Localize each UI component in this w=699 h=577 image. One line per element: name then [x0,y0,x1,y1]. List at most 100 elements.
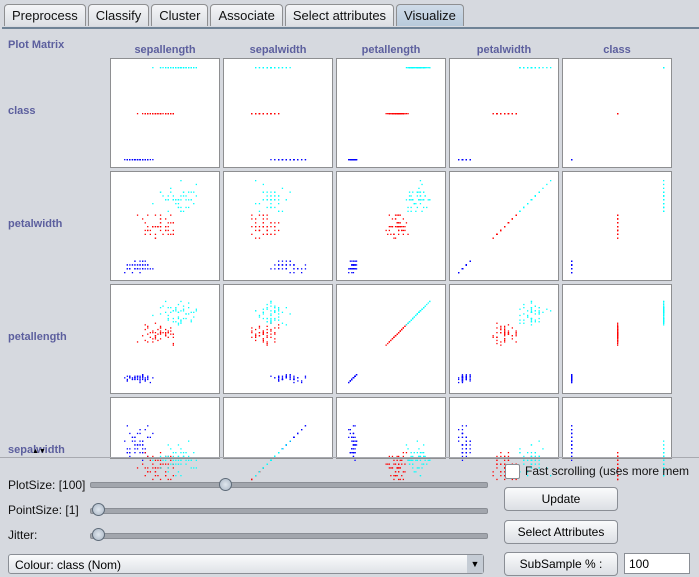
data-point [165,311,167,313]
scatter-cell-class-sepalwidth[interactable] [223,58,333,168]
subsample-input[interactable]: 100 [624,553,690,574]
data-point [278,229,280,232]
data-point [129,159,131,161]
data-point [278,203,280,205]
data-point [152,332,154,334]
scatter-cell-petalwidth-sepalwidth[interactable] [223,171,333,281]
data-point [274,310,276,312]
scatter-cell-class-petallength[interactable] [336,58,446,168]
tab-preprocess[interactable]: Preprocess [4,4,86,26]
data-point [424,195,426,197]
scatter-cell-petallength-petallength[interactable] [336,284,446,394]
scatter-cell-class-class[interactable] [562,58,672,168]
data-point [617,328,619,331]
data-point [147,377,149,379]
data-point [185,195,187,197]
data-point [355,374,358,376]
scatter-cell-petallength-sepalwidth[interactable] [223,284,333,394]
data-point [285,375,287,377]
data-point [281,187,284,189]
data-point [519,308,521,310]
data-point [136,378,139,381]
update-button[interactable]: Update [504,487,618,511]
data-point [419,310,422,312]
data-point [354,459,356,461]
data-point [172,310,174,312]
scatter-cell-petalwidth-petallength[interactable] [336,171,446,281]
data-point [180,199,182,201]
data-point [147,159,149,161]
data-point [274,307,276,309]
data-point [172,321,174,323]
chevron-down-icon[interactable]: ▼ [467,555,483,573]
data-point [663,459,665,461]
scatter-cell-petallength-petalwidth[interactable] [449,284,559,394]
data-point [162,459,164,461]
data-point [157,339,159,342]
data-point [293,378,295,381]
expand-arrows-icon[interactable]: ▲▼ [32,448,46,455]
data-point [159,332,162,334]
data-point [401,226,403,228]
data-point [262,330,264,332]
data-point [289,378,291,381]
data-point [469,374,471,376]
data-point [147,226,149,228]
scatter-cell-petallength-class[interactable] [562,284,672,394]
data-point [492,471,494,473]
data-point [408,191,411,193]
data-point [663,316,665,318]
data-point [142,463,144,465]
data-point [617,214,619,216]
data-point [348,268,350,270]
data-point [617,226,619,228]
data-point [149,113,151,115]
data-point [167,444,169,446]
data-point [139,264,141,266]
data-point [139,440,141,442]
scatter-cell-petallength-sepallength[interactable] [110,284,220,394]
data-point [399,222,401,224]
tab-cluster[interactable]: Cluster [151,4,209,26]
data-point [177,316,180,318]
data-point [469,378,471,381]
data-point [412,467,414,469]
data-point [175,203,177,205]
data-point [270,191,272,193]
data-point [136,214,139,216]
data-point [285,268,287,270]
tab-classify[interactable]: Classify [87,4,150,26]
point-size-slider[interactable] [90,508,488,514]
tab-associate[interactable]: Associate [210,4,283,26]
subsample-button[interactable]: SubSample % : [504,552,618,576]
plot-size-knob[interactable] [219,478,232,491]
point-size-knob[interactable] [92,503,105,516]
scatter-cell-class-petalwidth[interactable] [449,58,559,168]
select-attributes-button[interactable]: Select Attributes [504,520,618,544]
data-point [134,444,136,446]
data-point [195,467,197,469]
data-point [159,313,162,315]
data-point [270,310,272,312]
scatter-cell-petalwidth-petalwidth[interactable] [449,171,559,281]
scatter-cell-petalwidth-sepallength[interactable] [110,171,220,281]
tab-visualize[interactable]: Visualize [396,4,464,26]
tab-select-attributes[interactable]: Select attributes [284,4,395,26]
data-point [355,440,358,442]
data-point [159,478,162,481]
split-divider[interactable]: ▲▼ [0,447,699,458]
plot-size-slider[interactable] [90,482,488,488]
scatter-cell-class-sepallength[interactable] [110,58,220,168]
jitter-knob[interactable] [92,528,105,541]
jitter-slider[interactable] [90,533,488,539]
scatter-cell-petalwidth-class[interactable] [562,171,672,281]
data-point [394,218,397,220]
data-point [126,268,128,270]
data-point [144,328,146,331]
data-point [152,268,154,270]
fast-scrolling-checkbox[interactable] [505,464,520,479]
data-point [262,67,264,69]
colour-select[interactable]: Colour: class (Nom) ▼ [8,554,484,574]
data-point [172,342,174,345]
data-point [134,268,136,270]
